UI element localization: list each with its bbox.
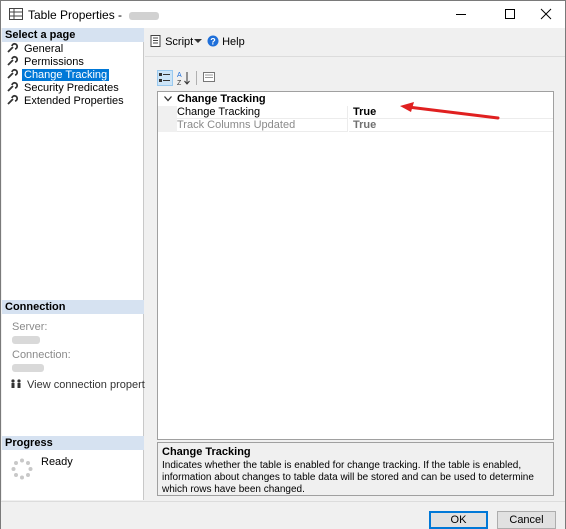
script-button[interactable]: Script bbox=[150, 35, 193, 49]
alphabetical-view-button[interactable]: A Z bbox=[176, 70, 192, 87]
category-label: Change Tracking bbox=[177, 93, 266, 105]
wrench-icon bbox=[7, 94, 19, 105]
view-connection-properties-link[interactable]: View connection properties bbox=[10, 378, 161, 391]
cancel-button[interactable]: Cancel bbox=[497, 511, 556, 529]
page-item-extended-properties[interactable]: Extended Properties bbox=[7, 94, 126, 107]
close-icon bbox=[540, 8, 552, 20]
collapse-chevron-icon[interactable] bbox=[164, 96, 172, 102]
page-item-label: Change Tracking bbox=[22, 69, 110, 81]
description-text: Indicates whether the table is enabled f… bbox=[162, 460, 534, 495]
row-gutter bbox=[158, 119, 177, 132]
connection-properties-icon bbox=[11, 379, 21, 388]
wrench-icon bbox=[7, 42, 19, 53]
right-pane: Script ? Help A Z Change Tracking Change… bbox=[145, 28, 565, 500]
wrench-icon bbox=[7, 81, 19, 92]
connection-label: Connection: bbox=[12, 349, 71, 361]
page-item-general[interactable]: General bbox=[7, 42, 65, 55]
top-toolbar: Script ? Help bbox=[145, 28, 565, 56]
minimize-icon bbox=[456, 14, 466, 15]
page-item-label: Extended Properties bbox=[24, 95, 124, 107]
row-gutter bbox=[158, 106, 177, 119]
page-item-security-predicates[interactable]: Security Predicates bbox=[7, 81, 121, 94]
script-label: Script bbox=[165, 36, 194, 48]
page-item-label: Security Predicates bbox=[24, 82, 119, 94]
sort-alphabetical-icon: A Z bbox=[177, 72, 190, 87]
ok-button[interactable]: OK bbox=[429, 511, 488, 529]
connection-value-redacted bbox=[12, 363, 44, 375]
help-label: Help bbox=[222, 36, 245, 48]
maximize-icon bbox=[505, 9, 515, 19]
wrench-icon bbox=[7, 68, 19, 79]
property-name: Change Tracking bbox=[177, 106, 348, 119]
svg-text:?: ? bbox=[210, 37, 216, 47]
select-page-header: Select a page bbox=[2, 28, 144, 42]
title-bar: Table Properties - bbox=[1, 1, 565, 28]
table-properties-window: Table Properties - Select a page General… bbox=[0, 0, 566, 529]
property-pages-icon bbox=[203, 72, 215, 82]
script-dropdown-button[interactable] bbox=[194, 35, 202, 49]
page-item-change-tracking[interactable]: Change Tracking bbox=[7, 68, 110, 81]
help-button[interactable]: ? Help bbox=[207, 35, 245, 49]
progress-header: Progress bbox=[2, 436, 144, 450]
page-item-label: Permissions bbox=[24, 56, 84, 68]
property-pages-button[interactable] bbox=[202, 70, 218, 86]
server-value-redacted bbox=[12, 335, 40, 347]
view-connection-label: View connection properties bbox=[27, 379, 159, 391]
connection-header: Connection bbox=[2, 300, 144, 314]
property-name: Track Columns Updated bbox=[177, 119, 348, 132]
annotation-arrow bbox=[400, 102, 500, 120]
minimize-button[interactable] bbox=[441, 1, 481, 28]
script-icon bbox=[150, 35, 161, 47]
server-label: Server: bbox=[12, 321, 48, 333]
redacted-table-name bbox=[129, 11, 160, 20]
categorized-icon bbox=[159, 73, 170, 82]
dialog-button-bar: OK Cancel bbox=[1, 501, 565, 529]
page-item-permissions[interactable]: Permissions bbox=[7, 55, 86, 68]
description-panel: Change Tracking Indicates whether the ta… bbox=[157, 442, 554, 496]
help-icon: ? bbox=[207, 35, 219, 47]
close-button[interactable] bbox=[527, 1, 566, 28]
svg-text:A: A bbox=[177, 72, 182, 79]
categorized-view-button[interactable] bbox=[157, 70, 173, 86]
progress-status: Ready bbox=[41, 456, 73, 468]
property-grid: Change Tracking Change Tracking True Tra… bbox=[157, 91, 554, 440]
progress-spinner-icon bbox=[11, 458, 33, 480]
toolbar-separator bbox=[196, 71, 197, 85]
maximize-button[interactable] bbox=[489, 1, 529, 28]
description-title: Change Tracking bbox=[162, 446, 251, 458]
window-title: Table Properties - bbox=[28, 8, 160, 22]
left-pane: Select a page General Permissions Change… bbox=[2, 28, 159, 500]
toolbar-divider bbox=[145, 56, 565, 57]
wrench-icon bbox=[7, 55, 19, 66]
table-icon bbox=[9, 8, 23, 20]
page-item-label: General bbox=[24, 43, 64, 55]
svg-text:Z: Z bbox=[177, 80, 182, 86]
chevron-down-icon bbox=[194, 39, 202, 43]
